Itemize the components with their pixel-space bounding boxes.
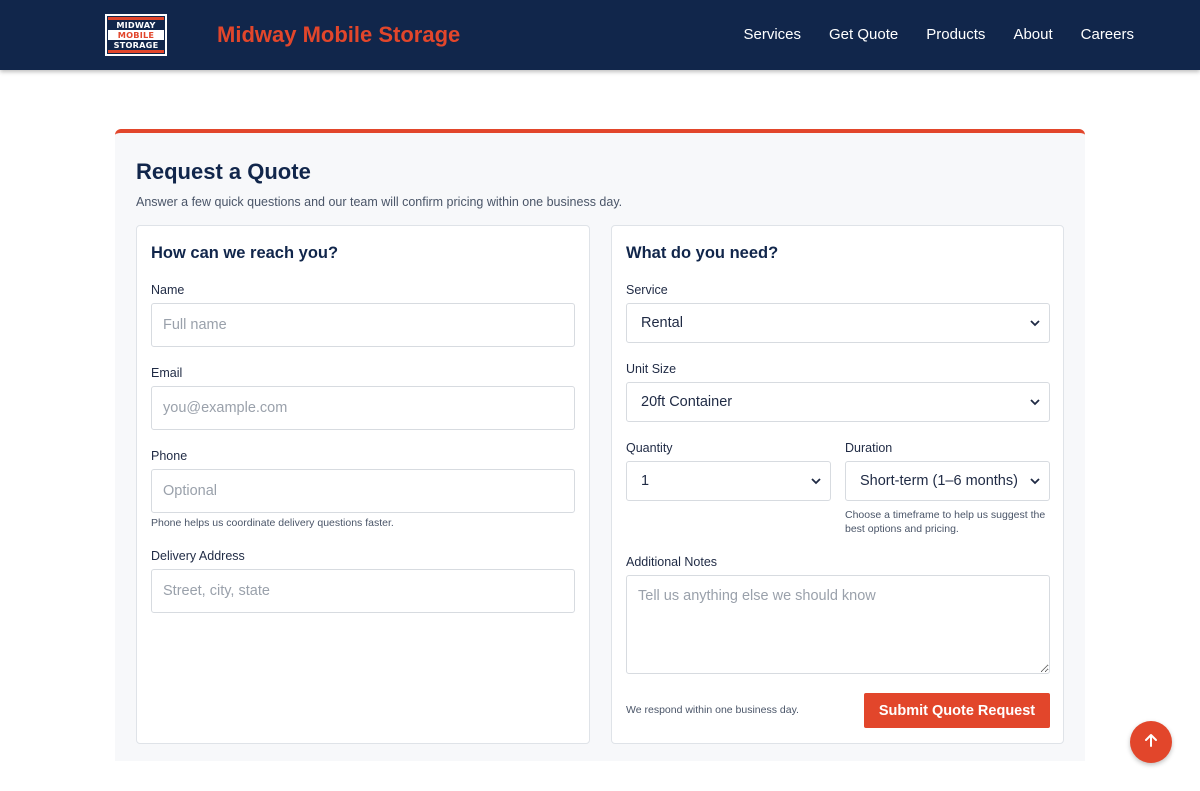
email-input[interactable] [151, 386, 575, 430]
arrow-up-icon [1143, 732, 1159, 753]
logo-mark: MIDWAY MOBILE STORAGE [107, 16, 165, 54]
name-input[interactable] [151, 303, 575, 347]
email-label: Email [151, 366, 183, 380]
brand-name[interactable]: Midway Mobile Storage [217, 22, 460, 48]
duration-hint: Choose a timeframe to help us suggest th… [845, 509, 1046, 535]
nav-careers[interactable]: Careers [1081, 25, 1134, 45]
duration-label: Duration [845, 441, 893, 455]
service-select[interactable]: Rental [626, 303, 1050, 343]
scroll-top-button[interactable] [1130, 721, 1172, 763]
phone-input[interactable] [151, 469, 575, 513]
main-nav: Services Get Quote Products About Career… [715, 25, 1134, 45]
notes-textarea[interactable] [626, 575, 1050, 674]
company-logo[interactable]: MIDWAY MOBILE STORAGE [105, 14, 167, 56]
quote-card: Request a Quote Answer a few quick quest… [115, 129, 1085, 761]
address-input[interactable] [151, 569, 575, 613]
nav-services[interactable]: Services [743, 25, 801, 45]
nav-products[interactable]: Products [926, 25, 985, 45]
name-label: Name [151, 283, 185, 297]
duration-select-value: Short-term (1–6 months) [860, 473, 1018, 489]
contact-panel-title: How can we reach you? [151, 244, 339, 262]
needs-panel: What do you need? Service Rental Unit Si… [611, 225, 1064, 744]
quantity-label: Quantity [626, 441, 673, 455]
submit-quote-button[interactable]: Submit Quote Request [864, 693, 1050, 728]
chevron-down-icon [1029, 475, 1041, 487]
quantity-select[interactable]: 1 [626, 461, 831, 501]
needs-panel-title: What do you need? [626, 244, 779, 262]
nav-get-quote[interactable]: Get Quote [829, 25, 898, 45]
phone-hint: Phone helps us coordinate delivery quest… [151, 517, 394, 529]
service-select-value: Rental [641, 315, 683, 331]
unit-size-label: Unit Size [626, 362, 677, 376]
nav-about[interactable]: About [1013, 25, 1052, 45]
unit-size-select-value: 20ft Container [641, 394, 733, 410]
top-navbar: MIDWAY MOBILE STORAGE Midway Mobile Stor… [0, 0, 1200, 70]
chevron-down-icon [810, 475, 822, 487]
page-title: Request a Quote [136, 159, 311, 184]
unit-size-select[interactable]: 20ft Container [626, 382, 1050, 422]
logo-line-3: STORAGE [108, 40, 164, 50]
duration-select[interactable]: Short-term (1–6 months) [845, 461, 1050, 501]
logo-line-2: MOBILE [108, 30, 164, 40]
phone-label: Phone [151, 449, 188, 463]
address-label: Delivery Address [151, 549, 245, 563]
quantity-select-value: 1 [641, 473, 650, 489]
logo-line-1: MIDWAY [108, 20, 164, 30]
response-note: We respond within one business day. [626, 704, 799, 716]
page-subtitle: Answer a few quick questions and our tea… [136, 195, 623, 209]
contact-panel: How can we reach you? Name Email Phone P… [136, 225, 590, 744]
chevron-down-icon [1029, 396, 1041, 408]
chevron-down-icon [1029, 317, 1041, 329]
service-label: Service [626, 283, 668, 297]
notes-label: Additional Notes [626, 555, 718, 569]
